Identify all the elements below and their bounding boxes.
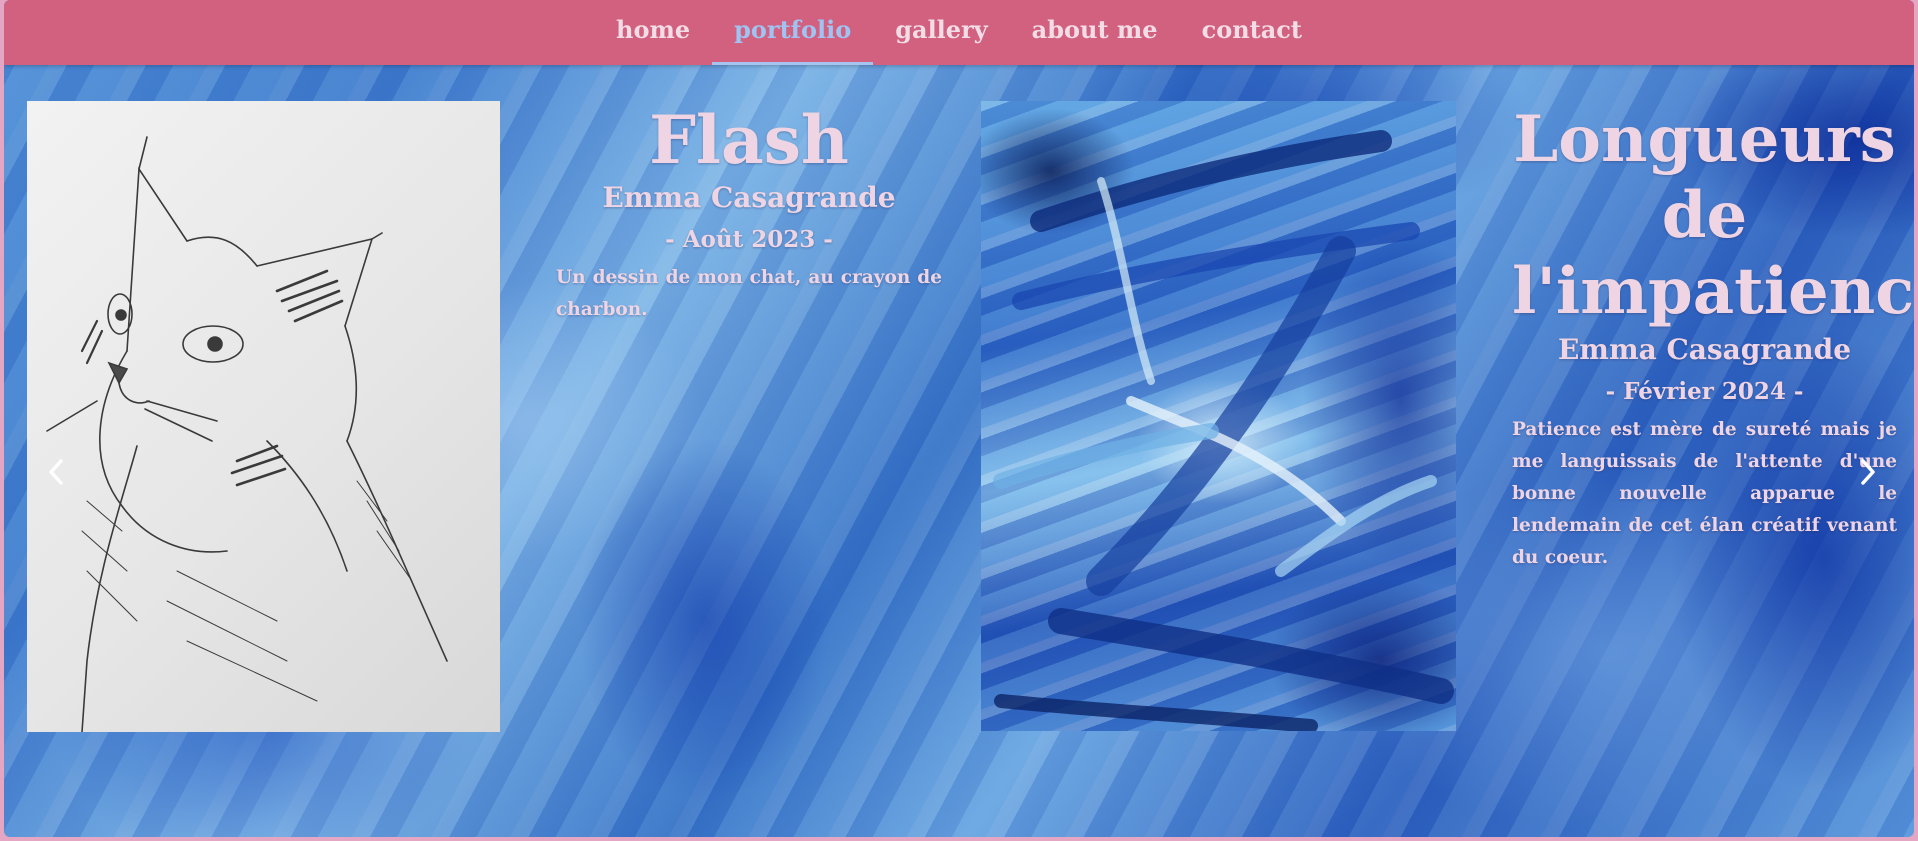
- top-navigation: home portfolio gallery about me contact: [4, 0, 1914, 65]
- abstract-painting-image: [981, 101, 1456, 731]
- cat-sketch-icon: [46, 136, 448, 732]
- artwork-title: Longueurs de l'impatience: [1512, 102, 1914, 329]
- artwork-info-flash: Flash Emma Casagrande - Août 2023 - Un d…: [556, 102, 942, 326]
- artwork-description: Un dessin de mon chat, au crayon de char…: [556, 267, 942, 320]
- artwork-info-longueurs: Longueurs de l'impatience Emma Casagrand…: [1512, 102, 1914, 574]
- cat-drawing-image: [27, 101, 500, 732]
- artwork-date: - Février 2024 -: [1605, 378, 1804, 405]
- nav-item-portfolio[interactable]: portfolio: [712, 0, 874, 65]
- nav-item-contact[interactable]: contact: [1180, 0, 1324, 65]
- carousel-next-button[interactable]: [1854, 454, 1882, 490]
- nav-item-about-me[interactable]: about me: [1010, 0, 1180, 65]
- nav-item-gallery[interactable]: gallery: [873, 0, 1009, 65]
- artwork-author: Emma Casagrande: [1557, 333, 1852, 366]
- artwork-description: Patience est mère de sureté mais je me l…: [1512, 419, 1897, 568]
- page-frame: home portfolio gallery about me contact: [4, 0, 1914, 837]
- chevron-left-icon: [49, 459, 63, 485]
- brushstroke-pattern-icon: [993, 130, 1454, 731]
- carousel-prev-button[interactable]: [42, 454, 70, 490]
- artwork-title: Flash: [649, 101, 849, 179]
- artwork-author: Emma Casagrande: [602, 181, 896, 214]
- chevron-right-icon: [1861, 459, 1875, 485]
- artwork-date: - Août 2023 -: [665, 226, 833, 253]
- nav-item-home[interactable]: home: [594, 0, 712, 65]
